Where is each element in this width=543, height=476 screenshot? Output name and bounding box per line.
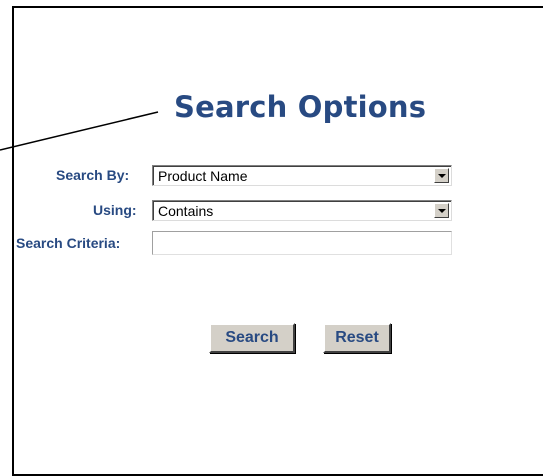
search-by-select[interactable]: Product Name [152, 165, 452, 186]
using-label: Using: [93, 202, 137, 218]
search-criteria-label: Search Criteria: [16, 235, 121, 251]
search-criteria-input[interactable] [152, 231, 452, 255]
chevron-down-icon[interactable] [434, 168, 449, 183]
search-by-label: Search By: [56, 167, 130, 183]
search-button[interactable]: Search [209, 323, 295, 353]
using-select[interactable]: Contains [152, 200, 452, 221]
reset-button[interactable]: Reset [323, 323, 391, 353]
chevron-down-icon[interactable] [434, 203, 449, 218]
page-title: Search Options [174, 90, 427, 124]
search-by-value: Product Name [158, 168, 248, 184]
using-value: Contains [158, 203, 214, 219]
